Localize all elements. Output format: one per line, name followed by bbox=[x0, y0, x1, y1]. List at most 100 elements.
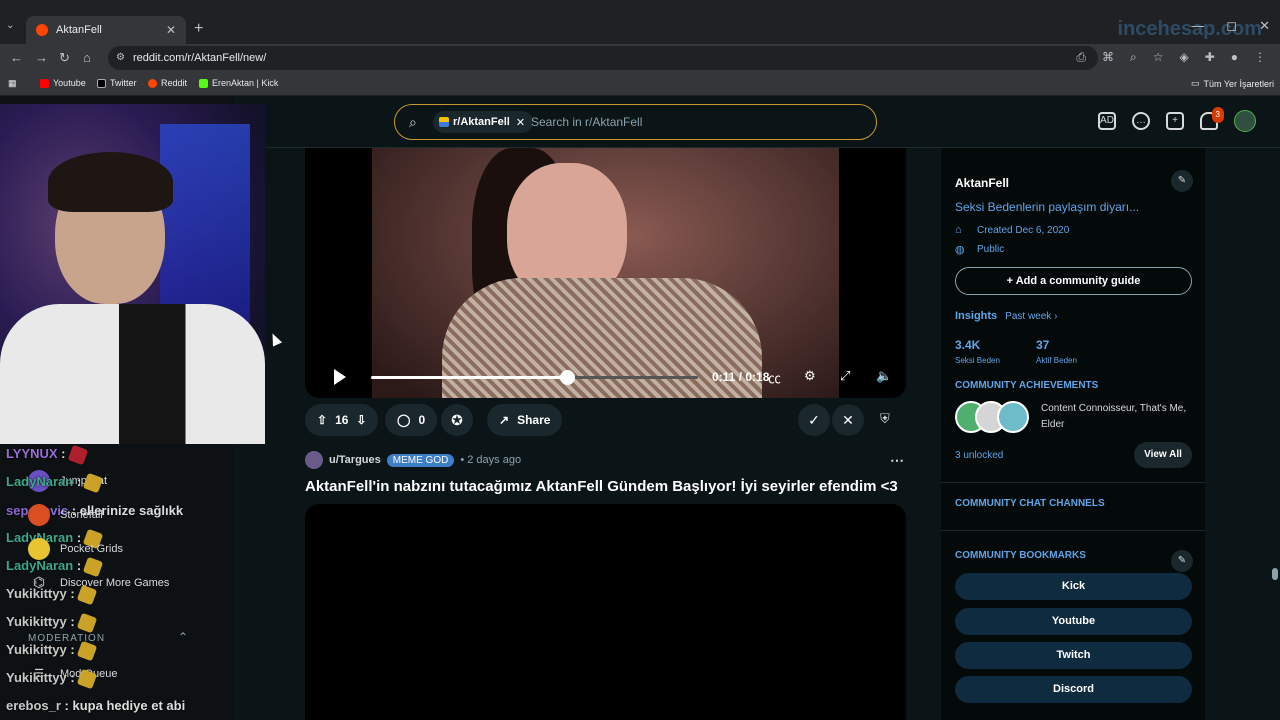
award-button[interactable]: ✪ bbox=[441, 404, 473, 436]
user-avatar[interactable] bbox=[1234, 110, 1256, 132]
all-bookmarks[interactable]: ▭ Tüm Yer İşaretleri bbox=[1191, 78, 1274, 89]
video-player[interactable]: 0:11 / 0:18 ㏄ ⚙ ⤢ 🔈 bbox=[305, 148, 906, 398]
post-video[interactable] bbox=[305, 504, 906, 720]
url-input[interactable]: ⚙ reddit.com/r/AktanFell/new/ bbox=[108, 46, 1098, 70]
translate-icon[interactable]: ⌘ bbox=[1102, 50, 1114, 65]
x-remove-icon: ✕ bbox=[842, 412, 854, 428]
window-controls: — ◻ ✕ bbox=[1191, 18, 1270, 34]
install-icon[interactable]: ⎙ bbox=[1076, 50, 1086, 65]
divider bbox=[941, 482, 1205, 483]
captions-icon[interactable]: ㏄ bbox=[768, 368, 781, 387]
downvote-icon[interactable]: ⇩ bbox=[356, 413, 366, 427]
bookmark-star-icon[interactable]: ☆ bbox=[1153, 50, 1164, 65]
achievement-badges[interactable] bbox=[955, 401, 1030, 433]
bookmark-button-twitch[interactable]: Twitch bbox=[955, 642, 1192, 669]
forward-icon[interactable]: → bbox=[35, 50, 48, 65]
chip-label: r/AktanFell bbox=[453, 116, 510, 128]
fullscreen-icon[interactable]: ⤢ bbox=[840, 368, 850, 384]
bookmark-reddit[interactable]: Reddit bbox=[148, 78, 187, 88]
menu-icon[interactable]: ⋮ bbox=[1254, 50, 1266, 65]
bookmark-twitter[interactable]: Twitter bbox=[97, 78, 137, 88]
more-options-icon[interactable]: ⋯ bbox=[890, 452, 904, 469]
chat-message: Yukikittyy : bbox=[6, 612, 97, 633]
approve-button[interactable]: ✓ bbox=[798, 404, 830, 436]
video-frame bbox=[372, 148, 839, 398]
tab-close-icon[interactable]: ✕ bbox=[166, 23, 176, 37]
maximize-icon[interactable]: ◻ bbox=[1226, 18, 1237, 34]
home-icon[interactable]: ⌂ bbox=[83, 50, 91, 65]
create-post-icon[interactable]: + bbox=[1166, 112, 1184, 130]
play-icon[interactable] bbox=[334, 369, 346, 385]
reload-icon[interactable]: ↻ bbox=[59, 50, 70, 66]
back-icon[interactable]: ← bbox=[10, 50, 23, 65]
new-tab-icon[interactable]: + bbox=[194, 20, 203, 38]
emote-icon bbox=[76, 668, 97, 689]
chevron-up-icon[interactable]: ⌃ bbox=[178, 630, 188, 644]
bookmark-button-youtube[interactable]: Youtube bbox=[955, 608, 1192, 635]
game-item-pocket-grids[interactable]: Pocket Grids bbox=[28, 538, 123, 560]
post-title[interactable]: AktanFell'in nabzını tutacağımız AktanFe… bbox=[305, 478, 898, 495]
bookmark-kick[interactable]: ErenAktan | Kick bbox=[199, 78, 278, 88]
site-info-icon[interactable]: ⚙ bbox=[116, 46, 125, 70]
stonefall-icon bbox=[28, 504, 50, 526]
bookmark-button-kick[interactable]: Kick bbox=[955, 573, 1192, 600]
minimize-icon[interactable]: — bbox=[1191, 18, 1204, 34]
profile-icon[interactable]: ● bbox=[1231, 50, 1238, 65]
community-description: Seksi Bedenlerin paylaşım diyarı... bbox=[955, 200, 1140, 214]
comment-count: 0 bbox=[418, 413, 426, 427]
insights-label[interactable]: Insights bbox=[955, 310, 997, 322]
author-link[interactable]: u/Targues bbox=[329, 454, 381, 466]
chat-icon[interactable]: … bbox=[1132, 112, 1150, 130]
user-flair: MEME GOD bbox=[386, 453, 455, 467]
search-input[interactable]: ⌕ r/AktanFell ✕ Search in r/AktanFell bbox=[394, 104, 877, 140]
community-name: AktanFell bbox=[955, 176, 1010, 190]
add-community-guide-button[interactable]: + Add a community guide bbox=[955, 267, 1192, 295]
video-progress-bar[interactable] bbox=[371, 370, 698, 385]
puzzle-icon[interactable]: ✚ bbox=[1205, 50, 1215, 65]
apps-icon[interactable]: ▦ bbox=[8, 78, 17, 89]
reddit-favicon-icon bbox=[36, 24, 48, 36]
chat-message: Yukikittyy : bbox=[6, 668, 97, 689]
mod-shield-icon[interactable]: ⛨ bbox=[880, 411, 890, 427]
globe-icon: ◍ bbox=[955, 244, 965, 256]
insights-row: Insights Past week › bbox=[955, 310, 1057, 322]
share-button[interactable]: ↗ Share bbox=[487, 404, 563, 436]
comments-button[interactable]: ◯ 0 bbox=[385, 404, 438, 436]
page-scrollbar[interactable] bbox=[1270, 148, 1280, 720]
scroll-thumb[interactable] bbox=[1272, 568, 1278, 580]
game-item-stonefall[interactable]: Stonefall bbox=[28, 504, 103, 526]
bookmark-button-discord[interactable]: Discord bbox=[955, 676, 1192, 703]
bookmark-label: Twitter bbox=[110, 78, 137, 88]
extension-icon[interactable]: ◈ bbox=[1179, 50, 1188, 65]
volume-icon[interactable]: 🔈 bbox=[876, 368, 892, 384]
chat-channels-heading[interactable]: COMMUNITY CHAT CHANNELS bbox=[955, 498, 1105, 509]
zoom-icon[interactable]: ⌕ bbox=[1130, 50, 1137, 65]
created-text: Created Dec 6, 2020 bbox=[977, 224, 1070, 236]
emote-icon bbox=[76, 584, 97, 605]
advertise-icon[interactable]: AD bbox=[1098, 112, 1116, 130]
insights-period[interactable]: Past week › bbox=[1005, 311, 1057, 322]
chat-text: : bbox=[76, 474, 82, 489]
address-bar-row: ← → ↻ ⌂ ⚙ reddit.com/r/AktanFell/new/ ⎙ … bbox=[0, 44, 1280, 72]
chip-remove-icon[interactable]: ✕ bbox=[516, 116, 525, 129]
edit-bookmarks-icon[interactable]: ✎ bbox=[1171, 550, 1193, 572]
edit-icon[interactable]: ✎ bbox=[1171, 170, 1193, 192]
streamer-webcam bbox=[0, 104, 265, 444]
bookmark-youtube[interactable]: Youtube bbox=[40, 78, 86, 88]
remove-button[interactable]: ✕ bbox=[832, 404, 864, 436]
time-total: 0:18 bbox=[745, 370, 770, 384]
notifications-icon[interactable]: 3 bbox=[1200, 107, 1224, 130]
guide-button-label: Add a community guide bbox=[1015, 275, 1141, 287]
settings-gear-icon[interactable]: ⚙ bbox=[804, 368, 816, 384]
upvote-icon[interactable]: ⇧ bbox=[317, 413, 327, 427]
chat-user: Yukikittyy bbox=[6, 642, 67, 657]
close-window-icon[interactable]: ✕ bbox=[1259, 18, 1270, 34]
author-avatar[interactable] bbox=[305, 451, 323, 469]
view-all-button[interactable]: View All bbox=[1134, 442, 1192, 468]
tab-search-icon[interactable]: ⌄ bbox=[6, 20, 14, 31]
subreddit-chip[interactable]: r/AktanFell ✕ bbox=[433, 111, 534, 133]
chat-text: : bbox=[70, 586, 75, 601]
stat-label: Seksi Beden bbox=[955, 356, 1000, 365]
emote-icon bbox=[76, 640, 97, 661]
browser-tab[interactable]: AktanFell ✕ bbox=[26, 16, 186, 44]
